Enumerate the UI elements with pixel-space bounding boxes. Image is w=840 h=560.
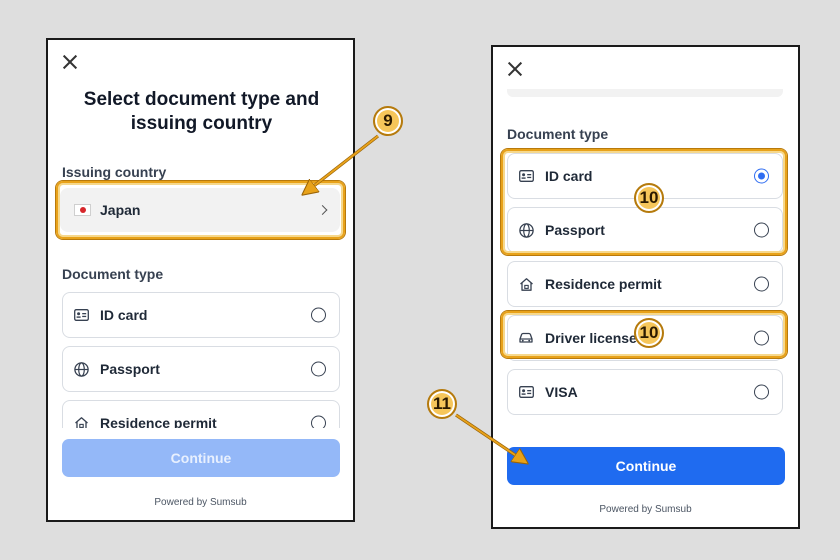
radio-button[interactable] — [311, 361, 326, 377]
close-icon[interactable] — [507, 61, 523, 77]
id-card-icon — [518, 384, 534, 400]
option-residence-permit[interactable]: Residence permit — [507, 261, 783, 307]
page-title: Select document type and issuing country — [58, 88, 345, 136]
option-passport[interactable]: Passport — [62, 346, 340, 392]
step-badge-9: 9 — [373, 106, 403, 136]
powered-by: Powered by Sumsub — [154, 497, 247, 508]
left-screen-panel: Select document type and issuing country… — [46, 38, 355, 522]
radio-button[interactable] — [311, 307, 326, 323]
option-label: Passport — [100, 361, 160, 377]
globe-icon — [73, 361, 89, 377]
page-title-line1: Select document type and — [83, 89, 320, 110]
option-visa[interactable]: VISA — [507, 369, 783, 415]
option-label: Residence permit — [545, 276, 662, 292]
scrolled-content-edge — [507, 89, 783, 97]
id-card-icon — [73, 307, 89, 323]
issuing-country-label: Issuing country — [62, 164, 167, 180]
option-id-card[interactable]: ID card — [62, 292, 340, 338]
highlight-country-selector — [56, 181, 345, 239]
close-icon[interactable] — [62, 54, 78, 70]
radio-button[interactable] — [754, 276, 769, 292]
step-badge-10a: 10 — [634, 183, 664, 213]
continue-button[interactable]: Continue — [507, 447, 785, 485]
right-screen-panel: Document type ID card Passport Residence… — [491, 45, 800, 529]
step-badge-10b: 10 — [634, 318, 664, 348]
option-label: ID card — [100, 307, 148, 323]
document-type-label: Document type — [62, 266, 164, 282]
continue-button-disabled[interactable]: Continue — [62, 439, 340, 477]
step-badge-11: 11 — [427, 389, 457, 419]
document-type-label: Document type — [507, 126, 609, 142]
powered-by: Powered by Sumsub — [599, 504, 692, 515]
radio-button[interactable] — [754, 384, 769, 400]
house-icon — [518, 276, 534, 292]
page-title-line2: issuing country — [130, 113, 273, 134]
option-label: VISA — [545, 384, 578, 400]
